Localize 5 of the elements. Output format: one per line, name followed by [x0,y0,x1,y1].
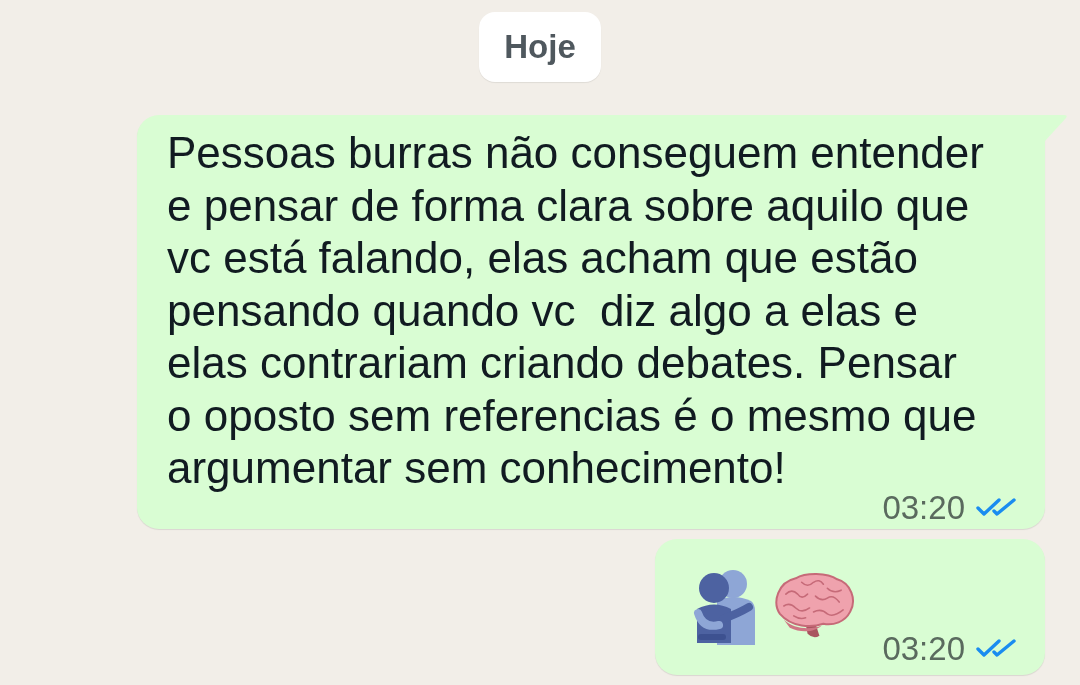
date-chip: Hoje [479,12,601,82]
timestamp: 03:20 [882,494,965,520]
message-text: Pessoas burras não conseguem entender e pensar de forma clara sobre aquilo que vc está falando, elas acham que estão pensando quando vc diz algo a elas e elas contrariam criando debates. Pensar o oposto sem referencias é o mesmo que argumentar sem conhecimento! [167,127,985,494]
timestamp: 03:20 [882,635,965,661]
brain-icon [772,571,856,640]
